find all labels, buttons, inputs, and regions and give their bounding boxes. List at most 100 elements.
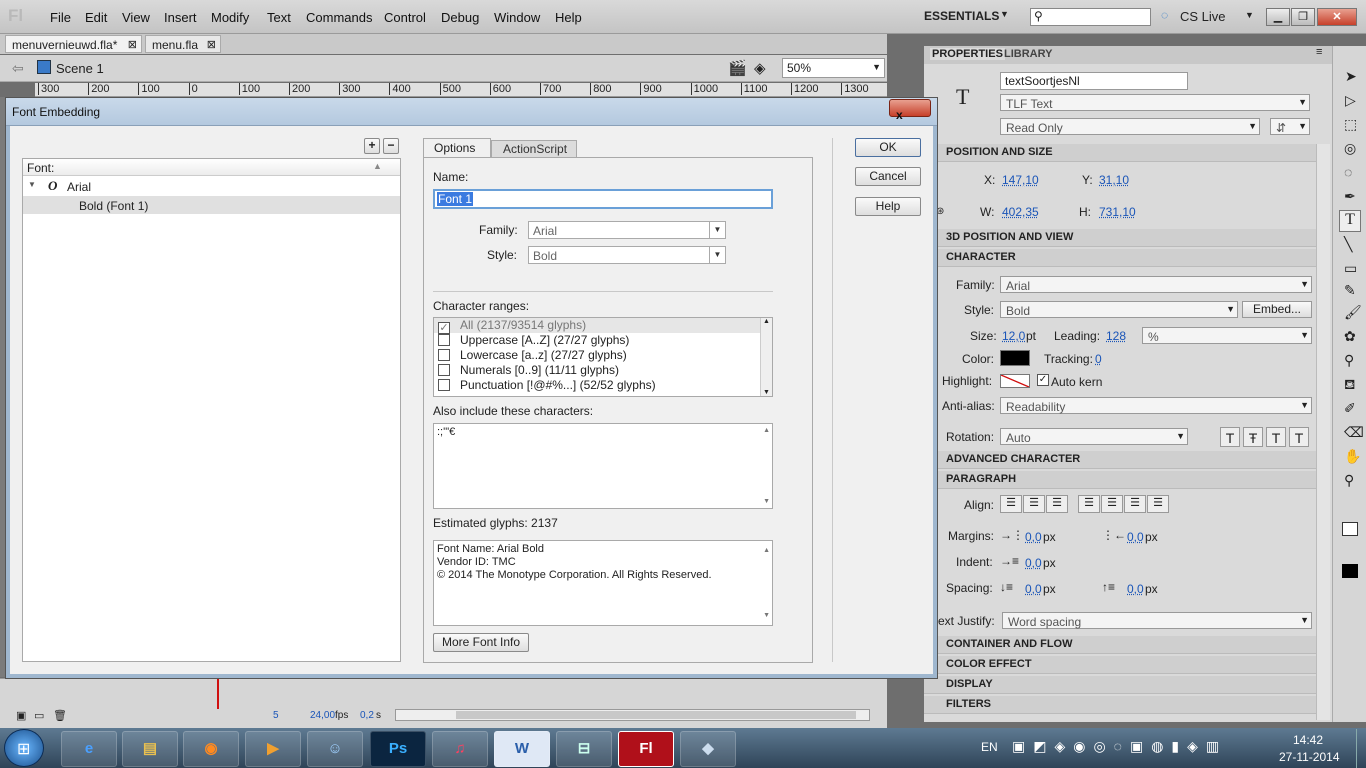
scroll-down-icon[interactable]: ▼ [763,389,770,396]
y-value[interactable]: 31,10 [1099,173,1129,187]
menu-file[interactable]: File [50,10,71,25]
underline-icon[interactable]: T [1220,427,1240,447]
rotation-select[interactable]: Auto ▼ [1000,428,1188,445]
space-before-value[interactable]: 0,0 [1025,582,1042,596]
selection-tool-icon[interactable]: ➤ [1345,68,1357,85]
eraser-icon[interactable]: ⌫ [1344,424,1364,441]
tab-menuvernieuwd[interactable]: menuvernieuwd.fla* ⊠ [5,35,142,53]
workspace-switcher[interactable]: ESSENTIALS [924,9,999,23]
range-row[interactable]: Lowercase [a..z] (27/27 glyphs) [434,348,760,363]
menu-insert[interactable]: Insert [164,10,197,25]
rectangle-tool-icon[interactable]: ▭ [1344,260,1357,277]
firefox-icon[interactable]: ◉ [183,731,239,767]
range-row[interactable]: Uppercase [A..Z] (27/27 glyphs) [434,333,760,348]
start-button[interactable]: ⊞ [4,729,44,767]
menu-control[interactable]: Control [384,10,426,25]
ok-button[interactable]: OK [855,138,921,157]
menu-debug[interactable]: Debug [441,10,479,25]
align-center-icon[interactable]: ☰ [1023,495,1045,513]
width-value[interactable]: 402,35 [1002,205,1039,219]
tab-actionscript[interactable]: ActionScript [491,140,577,157]
range-checkbox[interactable] [438,334,450,346]
app-icon[interactable]: ◆ [680,731,736,767]
section-paragraph[interactable]: PARAGRAPH [924,471,1316,489]
indent-value[interactable]: 0,0 [1025,556,1042,570]
edit-symbols-icon[interactable]: ◈ [754,59,766,77]
section-display[interactable]: DISPLAY [924,676,1316,694]
free-transform-icon[interactable]: ⬚ [1344,116,1357,133]
chevron-down-icon[interactable]: ▼ [1000,9,1009,19]
tracking-value[interactable]: 0 [1095,352,1102,366]
section-color-effect[interactable]: COLOR EFFECT [924,656,1316,674]
include-characters-textarea[interactable]: :;'"€ ▲ ▼ [433,423,773,509]
photoshop-icon[interactable]: Ps [370,731,426,767]
bone-tool-icon[interactable]: ⚲ [1344,352,1354,369]
zoom-select[interactable]: 50% ▼ [782,58,885,78]
pencil-icon[interactable]: ✎ [1344,282,1356,299]
superscript-icon[interactable]: T [1266,427,1286,447]
close-icon[interactable]: ⊠ [128,38,137,51]
embed-button[interactable]: Embed... [1242,301,1312,318]
eyedropper-icon[interactable]: ✐ [1344,400,1356,417]
remove-font-button[interactable]: − [383,138,399,154]
tab-properties[interactable]: PROPERTIES [930,48,1005,60]
range-checkbox[interactable] [438,349,450,361]
tab-menu[interactable]: menu.fla ⊠ [145,35,221,53]
media-player-icon[interactable]: ▶ [245,731,301,767]
more-font-info-button[interactable]: More Font Info [433,633,529,652]
space-after-value[interactable]: 0,0 [1127,582,1144,596]
leading-value[interactable]: 128 [1106,329,1126,343]
section-filters[interactable]: FILTERS [924,696,1316,714]
menu-modify[interactable]: Modify [211,10,249,25]
scroll-up-icon[interactable]: ▲ [763,427,770,434]
subscript-icon[interactable]: T [1289,427,1309,447]
name-input[interactable]: Font 1 [433,189,773,209]
scroll-down-icon[interactable]: ▼ [763,498,770,505]
horizontal-scrollbar[interactable] [395,709,870,721]
back-arrow-icon[interactable]: ⇦ [12,60,24,77]
minimize-button[interactable]: ▁ [1266,8,1290,26]
frame-rate[interactable]: 24,00 [310,710,335,721]
hand-tool-icon[interactable]: ✋ [1344,448,1361,465]
antialias-select[interactable]: Readability ▼ [1000,397,1312,414]
flash-icon[interactable]: Fl [618,731,674,767]
text-engine-select[interactable]: TLF Text ▼ [1000,94,1310,111]
language-indicator[interactable]: EN [981,740,998,754]
align-right-icon[interactable]: ☰ [1046,495,1068,513]
file-explorer-icon[interactable]: ▤ [122,731,178,767]
autokern-checkbox[interactable]: ✓ [1037,374,1049,386]
justify-right-icon[interactable]: ☰ [1124,495,1146,513]
justify-all-icon[interactable]: ☰ [1147,495,1169,513]
chevron-down-icon[interactable]: ▼ [1245,10,1254,20]
justify-left-icon[interactable]: ☰ [1078,495,1100,513]
playhead[interactable] [217,679,219,709]
show-desktop-button[interactable] [1356,729,1366,768]
cs-live-button[interactable]: CS Live [1180,9,1226,24]
new-layer-icon[interactable]: ▣ [16,709,26,722]
tray-icons[interactable]: ▣◩◈◉◎◌▣◍▮◈▥ [1012,738,1227,755]
section-3d-position[interactable]: 3D POSITION AND VIEW [924,229,1316,247]
network-app-icon[interactable]: ⊟ [556,731,612,767]
search-input[interactable]: ⚲ [1030,8,1151,26]
font-family-select[interactable]: Arial ▼ [1000,276,1312,293]
section-position-size[interactable]: POSITION AND SIZE [924,144,1316,162]
scroll-up-icon[interactable]: ▲ [763,544,770,557]
cancel-button[interactable]: Cancel [855,167,921,186]
section-advanced-character[interactable]: ADVANCED CHARACTER [924,451,1316,469]
line-tool-icon[interactable]: ╲ [1344,236,1352,253]
ranges-scrollbar[interactable]: ▲ ▼ [760,318,772,396]
scroll-up-icon[interactable]: ▲ [763,318,770,325]
pen-icon[interactable]: ✒ [1344,188,1356,205]
scroll-down-icon[interactable]: ▼ [763,609,770,622]
menu-commands[interactable]: Commands [306,10,372,25]
menu-help[interactable]: Help [555,10,582,25]
elapsed-time[interactable]: 0,2 [360,710,374,721]
style-select[interactable]: Bold ▼ [528,246,726,264]
delete-icon[interactable]: 🗑 [53,709,67,722]
paint-bucket-icon[interactable]: ⛾ [1344,376,1355,395]
maximize-button[interactable]: ❐ [1291,8,1315,26]
tab-library[interactable]: LIBRARY [1004,48,1052,60]
zoom-tool-icon[interactable]: ⚲ [1344,472,1354,489]
edit-scene-icon[interactable]: 🎬 [728,59,747,77]
clock-date[interactable]: 27-11-2014 [1279,750,1340,764]
